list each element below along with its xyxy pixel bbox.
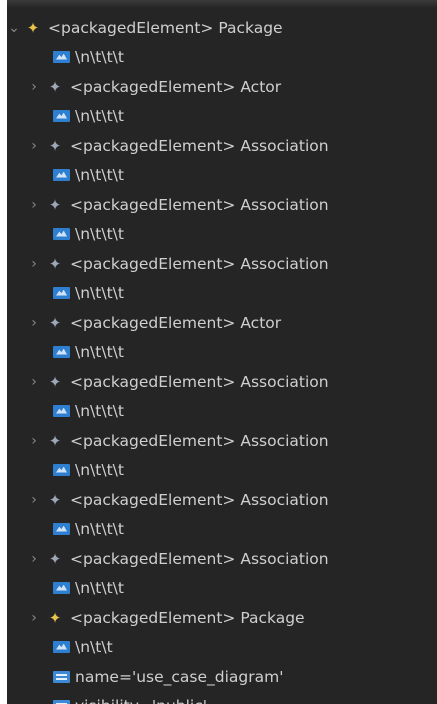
- element-star-icon: ✦: [48, 490, 62, 509]
- tree-node-text[interactable]: \n\t\t: [53, 632, 437, 661]
- tree-node-text[interactable]: \n\t\t\t: [53, 455, 437, 484]
- element-star-icon: ✦: [48, 77, 62, 96]
- tree-node-packaged-element[interactable]: › ✦ <packagedElement> Actor: [27, 72, 437, 101]
- tree-node-label: <packagedElement> Association: [70, 372, 329, 391]
- tree-node-label: <packagedElement> Actor: [70, 313, 282, 332]
- tree-node-text[interactable]: \n\t\t\t: [53, 42, 437, 71]
- attribute-icon: [53, 670, 70, 683]
- attribute-icon: [53, 699, 70, 704]
- tree-node-label: <packagedElement> Association: [70, 549, 329, 568]
- chevron-right-icon[interactable]: ›: [27, 492, 41, 508]
- tree-node-packaged-element[interactable]: › ✦ <packagedElement> Package: [27, 603, 437, 632]
- tree-node-label: \n\t\t\t: [75, 342, 124, 361]
- tree-node-packaged-element[interactable]: › ✦ <packagedElement> Actor: [27, 308, 437, 337]
- tree-node-label: <packagedElement> Association: [70, 490, 329, 509]
- text-node-icon: [53, 463, 70, 476]
- chevron-right-icon[interactable]: ›: [27, 610, 41, 626]
- tree-node-text[interactable]: \n\t\t\t: [53, 573, 437, 602]
- text-node-icon: [53, 286, 70, 299]
- text-node-icon: [53, 50, 70, 63]
- tree-node-label: <packagedElement> Package: [70, 608, 305, 627]
- text-node-icon: [53, 404, 70, 417]
- tree-node-label: <packagedElement> Package: [48, 18, 283, 37]
- tree-node-text[interactable]: \n\t\t\t: [53, 278, 437, 307]
- tree-node-packaged-element[interactable]: › ✦ <packagedElement> Association: [27, 544, 437, 573]
- tree-node-label: \n\t\t: [75, 637, 113, 656]
- tree-node-label: \n\t\t\t: [75, 224, 124, 243]
- tree-node-label: <packagedElement> Actor: [70, 77, 282, 96]
- tree-node-text[interactable]: \n\t\t\t: [53, 101, 437, 130]
- tree-node-label: name='use_case_diagram': [75, 667, 284, 686]
- element-star-icon: ✦: [48, 136, 62, 155]
- tree-node-label: \n\t\t\t: [75, 519, 124, 538]
- chevron-right-icon[interactable]: ›: [27, 374, 41, 390]
- chevron-right-icon[interactable]: ›: [27, 315, 41, 331]
- tree-node-label: \n\t\t\t: [75, 460, 124, 479]
- tree-node-label: visibility='public': [75, 697, 207, 704]
- text-node-icon: [53, 168, 70, 181]
- tree-node-text[interactable]: \n\t\t\t: [53, 219, 437, 248]
- chevron-down-icon[interactable]: ⌄: [7, 20, 21, 36]
- chevron-right-icon[interactable]: ›: [27, 197, 41, 213]
- tree-node-label: \n\t\t\t: [75, 401, 124, 420]
- xml-tree-panel: ⌄ ✦ <packagedElement> Package \n\t\t\t › ✦…: [7, 0, 437, 704]
- element-star-icon: ✦: [48, 431, 62, 450]
- chevron-right-icon[interactable]: ›: [27, 256, 41, 272]
- tree-node-text[interactable]: \n\t\t\t: [53, 396, 437, 425]
- tree-node-root-package[interactable]: ⌄ ✦ <packagedElement> Package: [7, 13, 437, 42]
- top-scroll-shadow: [7, 0, 437, 8]
- tree-node-attribute[interactable]: name='use_case_diagram': [53, 662, 437, 691]
- chevron-right-icon[interactable]: ›: [27, 138, 41, 154]
- tree-node-label: <packagedElement> Association: [70, 195, 329, 214]
- tree-node-text[interactable]: \n\t\t\t: [53, 160, 437, 189]
- element-star-icon: ✦: [48, 549, 62, 568]
- text-node-icon: [53, 640, 70, 653]
- text-node-icon: [53, 345, 70, 358]
- element-star-icon: ✦: [48, 372, 62, 391]
- tree-node-label: \n\t\t\t: [75, 106, 124, 125]
- tree-node-text[interactable]: \n\t\t\t: [53, 337, 437, 366]
- package-star-icon: ✦: [48, 608, 62, 627]
- text-node-icon: [53, 109, 70, 122]
- tree-node-packaged-element[interactable]: › ✦ <packagedElement> Association: [27, 367, 437, 396]
- chevron-right-icon[interactable]: ›: [27, 79, 41, 95]
- text-node-icon: [53, 522, 70, 535]
- element-star-icon: ✦: [48, 313, 62, 332]
- package-star-icon: ✦: [26, 18, 40, 37]
- tree-node-attribute[interactable]: visibility='public': [53, 691, 437, 704]
- element-star-icon: ✦: [48, 195, 62, 214]
- tree-node-label: <packagedElement> Association: [70, 431, 329, 450]
- tree-node-label: \n\t\t\t: [75, 165, 124, 184]
- chevron-right-icon[interactable]: ›: [27, 433, 41, 449]
- tree-node-packaged-element[interactable]: › ✦ <packagedElement> Association: [27, 190, 437, 219]
- tree-node-label: <packagedElement> Association: [70, 254, 329, 273]
- element-star-icon: ✦: [48, 254, 62, 273]
- chevron-right-icon[interactable]: ›: [27, 551, 41, 567]
- tree-node-packaged-element[interactable]: › ✦ <packagedElement> Association: [27, 249, 437, 278]
- tree-node-label: \n\t\t\t: [75, 47, 124, 66]
- tree-node-label: \n\t\t\t: [75, 283, 124, 302]
- text-node-icon: [53, 581, 70, 594]
- tree-node-text[interactable]: \n\t\t\t: [53, 514, 437, 543]
- tree-node-packaged-element[interactable]: › ✦ <packagedElement> Association: [27, 131, 437, 160]
- tree-node-label: <packagedElement> Association: [70, 136, 329, 155]
- tree-node-packaged-element[interactable]: › ✦ <packagedElement> Association: [27, 485, 437, 514]
- tree-node-label: \n\t\t\t: [75, 578, 124, 597]
- tree-node-packaged-element[interactable]: › ✦ <packagedElement> Association: [27, 426, 437, 455]
- text-node-icon: [53, 227, 70, 240]
